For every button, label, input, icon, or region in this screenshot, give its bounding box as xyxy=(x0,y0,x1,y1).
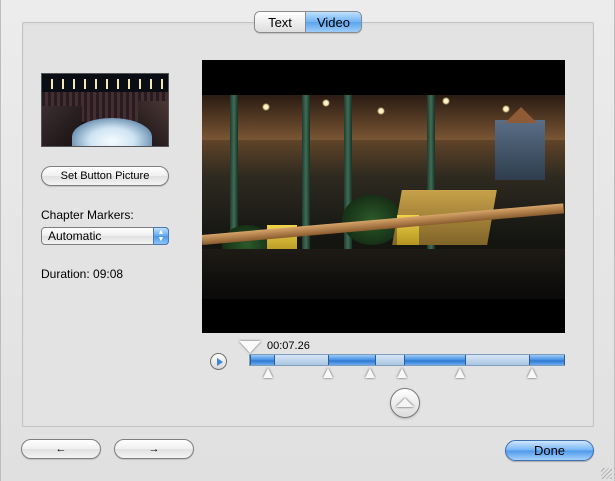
add-chapter-marker-button[interactable] xyxy=(390,388,420,418)
chapter-segment xyxy=(328,355,376,365)
chapter-marker-icon[interactable] xyxy=(263,368,273,378)
chapter-marker-icon[interactable] xyxy=(365,368,375,378)
dvd-settings-window: Text Video Set Button Picture Chapter Ma… xyxy=(0,0,615,481)
chapter-segment xyxy=(404,355,466,365)
add-chapter-marker-icon xyxy=(396,397,414,407)
chapter-markers-value: Automatic xyxy=(48,229,102,243)
chapter-marker-icon[interactable] xyxy=(455,368,465,378)
playhead-icon[interactable] xyxy=(239,341,261,353)
video-preview xyxy=(202,60,565,333)
frame-floor xyxy=(202,249,565,299)
chapter-marker-icon[interactable] xyxy=(527,368,537,378)
chapter-marker-icon[interactable] xyxy=(397,368,407,378)
frame-light xyxy=(322,99,330,107)
chapter-marker-icon[interactable] xyxy=(323,368,333,378)
chapter-timeline[interactable] xyxy=(249,354,565,366)
previous-button[interactable]: ← xyxy=(21,439,101,459)
chapter-markers-label: Chapter Markers: xyxy=(41,208,134,222)
video-frame xyxy=(202,95,565,299)
button-picture-thumbnail xyxy=(41,73,169,147)
chapter-markers-select[interactable]: Automatic ▲ ▼ xyxy=(41,227,169,245)
frame-castle xyxy=(495,120,545,180)
duration-label: Duration: 09:08 xyxy=(41,267,124,281)
arena-lights xyxy=(42,79,168,89)
chapter-segment xyxy=(529,355,565,365)
select-arrows-icon: ▲ ▼ xyxy=(153,227,169,245)
done-button[interactable]: Done xyxy=(505,440,594,461)
play-icon xyxy=(216,357,223,366)
frame-light xyxy=(262,103,270,111)
next-button[interactable]: → xyxy=(114,439,194,459)
current-time: 00:07.26 xyxy=(267,340,310,352)
frame-light xyxy=(442,97,450,105)
play-button[interactable] xyxy=(210,353,227,370)
tab-switcher: Text Video xyxy=(254,11,362,33)
set-button-picture-button[interactable]: Set Button Picture xyxy=(41,166,169,186)
tab-video[interactable]: Video xyxy=(306,12,361,32)
frame-light xyxy=(377,107,385,115)
tab-text[interactable]: Text xyxy=(255,12,306,32)
resize-grip-icon[interactable] xyxy=(601,468,612,479)
chapter-segment xyxy=(250,355,275,365)
frame-castle-roof xyxy=(505,107,537,123)
